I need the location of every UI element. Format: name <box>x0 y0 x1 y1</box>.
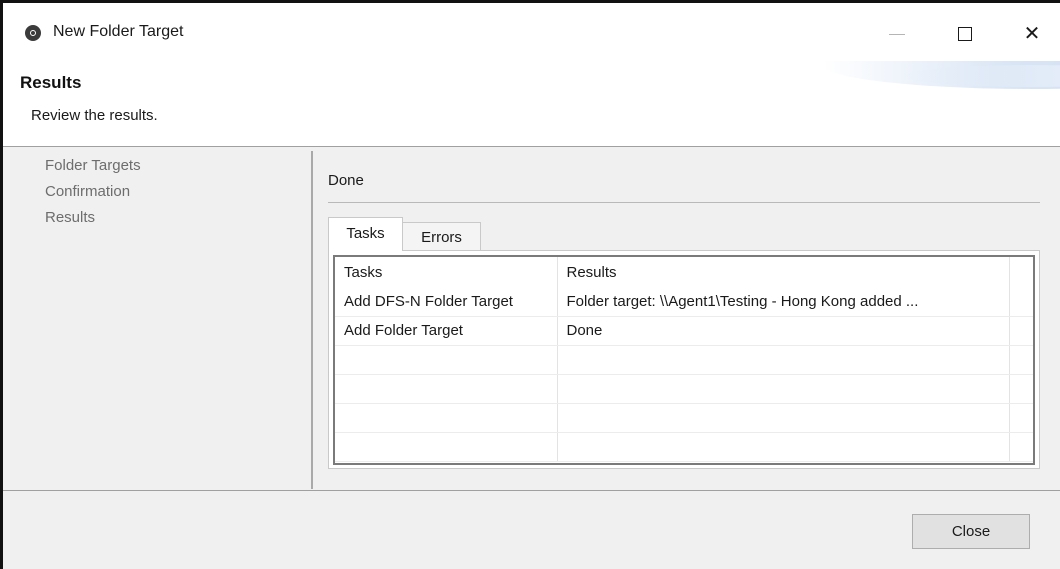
results-panel: Done Tasks Errors Tasks Results Add DFS-… <box>313 147 1060 490</box>
wizard-steps-panel: Folder Targets Confirmation Results <box>8 151 313 489</box>
empty-table-row <box>335 403 1033 433</box>
tab-tasks[interactable]: Tasks <box>328 217 403 251</box>
tab-errors[interactable]: Errors <box>403 222 481 251</box>
empty-table-row <box>335 432 1033 462</box>
results-table[interactable]: Tasks Results Add DFS-N Folder Target Fo… <box>333 255 1035 465</box>
wizard-content: Folder Targets Confirmation Results Done… <box>3 147 1060 490</box>
tasks-tab-panel: Tasks Results Add DFS-N Folder Target Fo… <box>328 250 1040 469</box>
result-cell: Folder target: \\Agent1\Testing - Hong K… <box>557 287 1010 317</box>
maximize-icon <box>958 27 972 41</box>
status-divider <box>328 202 1040 203</box>
filler-cell <box>1009 287 1033 317</box>
column-header-filler <box>1009 257 1033 287</box>
empty-table-row <box>335 345 1033 375</box>
wizard-header: Results Review the results. <box>3 61 1060 146</box>
step-results: Results <box>45 209 96 226</box>
table-row[interactable]: Add DFS-N Folder Target Folder target: \… <box>335 287 1033 317</box>
close-icon: ✕ <box>1023 23 1041 45</box>
table-row[interactable]: Add Folder Target Done <box>335 316 1033 346</box>
step-confirmation: Confirmation <box>45 183 131 200</box>
maximize-button[interactable] <box>943 17 987 51</box>
minimize-icon <box>889 33 905 35</box>
title-bar[interactable]: New Folder Target ✕ <box>3 3 1060 61</box>
status-label: Done <box>328 172 364 189</box>
empty-table-row <box>335 374 1033 404</box>
task-cell: Add Folder Target <box>335 316 558 346</box>
app-logo-icon <box>25 25 41 41</box>
close-button[interactable]: Close <box>912 514 1030 549</box>
column-header-tasks[interactable]: Tasks <box>335 257 558 287</box>
column-header-results[interactable]: Results <box>557 257 1010 287</box>
task-cell: Add DFS-N Folder Target <box>335 287 558 317</box>
page-subtitle: Review the results. <box>31 107 158 124</box>
page-title: Results <box>20 73 82 92</box>
result-cell: Done <box>557 316 1010 346</box>
dialog-footer: Close <box>3 491 1060 569</box>
minimize-button[interactable] <box>875 17 919 51</box>
window-title: New Folder Target <box>53 23 184 40</box>
close-window-button[interactable]: ✕ <box>1010 17 1054 51</box>
filler-cell <box>1009 316 1033 346</box>
step-folder-targets: Folder Targets <box>45 157 141 174</box>
table-header-row: Tasks Results <box>335 257 1033 287</box>
